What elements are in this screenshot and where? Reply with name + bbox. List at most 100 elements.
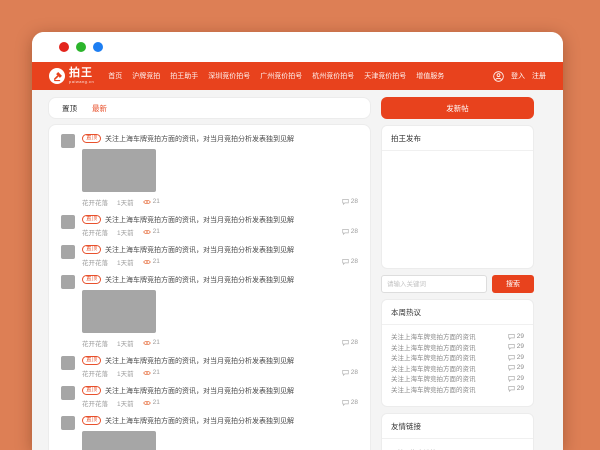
traffic-light-minimize[interactable] bbox=[76, 42, 86, 52]
nav-item-home[interactable]: 首页 bbox=[108, 71, 122, 81]
post-avatar[interactable] bbox=[61, 245, 75, 259]
pinned-badge: 置顶 bbox=[82, 245, 101, 255]
post-author[interactable]: 花开花落 bbox=[82, 257, 108, 267]
post-author[interactable]: 花开花落 bbox=[82, 197, 108, 207]
tab-latest[interactable]: 最新 bbox=[92, 103, 107, 114]
post-avatar[interactable] bbox=[61, 356, 75, 370]
sidebar: 发新帖 拍王发布 搜索 本周热议 关注上海车牌竞拍方面的资讯 bbox=[381, 97, 534, 450]
comments-icon bbox=[342, 369, 349, 376]
comments-icon bbox=[342, 339, 349, 346]
logo-text: 拍王 bbox=[69, 68, 94, 79]
publish-box-title: 拍王发布 bbox=[382, 126, 533, 151]
top-navbar: 拍王 paiwang.cn 首页 沪牌竞拍 拍王助手 深圳竞价拍号 广州竞价拍号… bbox=[32, 62, 563, 90]
search-input[interactable] bbox=[381, 275, 487, 293]
window-titlebar bbox=[32, 32, 563, 62]
comments-icon bbox=[508, 385, 515, 392]
post-time: 1天前 bbox=[117, 398, 134, 408]
hot-topic-item[interactable]: 关注上海车牌竞拍方面的资讯 29 bbox=[391, 384, 524, 395]
nav-item-guangzhou[interactable]: 广州竞价拍号 bbox=[260, 71, 302, 81]
post-list-item[interactable]: 置顶 关注上海车牌竞拍方面的资讯，对当月竞拍分析发表独到见解 花开花落 1天前 bbox=[61, 270, 358, 351]
views-count: 21 bbox=[153, 258, 160, 265]
pinned-badge: 置顶 bbox=[82, 275, 101, 285]
post-avatar[interactable] bbox=[61, 275, 75, 289]
hot-topic-item[interactable]: 关注上海车牌竞拍方面的资讯 29 bbox=[391, 342, 524, 353]
tab-pinned[interactable]: 置顶 bbox=[62, 103, 77, 114]
post-list-item[interactable]: 置顶 关注上海车牌竞拍方面的资讯，对当月竞拍分析发表独到见解 花开花落 1天前 bbox=[61, 411, 358, 450]
traffic-light-maximize[interactable] bbox=[93, 42, 103, 52]
post-list-item[interactable]: 置顶 关注上海车牌竞拍方面的资讯，对当月竞拍分析发表独到见解 花开花落 1天前 bbox=[61, 381, 358, 411]
search-bar: 搜索 bbox=[381, 275, 534, 293]
hot-topic-text[interactable]: 关注上海车牌竞拍方面的资讯 bbox=[391, 331, 508, 341]
post-thumbnail[interactable] bbox=[82, 431, 156, 450]
nav-item-shenzhen[interactable]: 深圳竞价拍号 bbox=[208, 71, 250, 81]
post-avatar[interactable] bbox=[61, 416, 75, 430]
hot-topic-count: 29 bbox=[517, 343, 524, 350]
hot-topic-text[interactable]: 关注上海车牌竞拍方面的资讯 bbox=[391, 384, 508, 394]
post-list-item[interactable]: 置顶 关注上海车牌竞拍方面的资讯，对当月竞拍分析发表独到见解 花开花落 1天前 bbox=[61, 351, 358, 381]
post-title[interactable]: 关注上海车牌竞拍方面的资讯，对当月竞拍分析发表独到见解 bbox=[105, 215, 294, 225]
comments-icon bbox=[342, 228, 349, 235]
views-count: 21 bbox=[153, 339, 160, 346]
views-count: 21 bbox=[153, 399, 160, 406]
post-author[interactable]: 花开花落 bbox=[82, 398, 108, 408]
hot-topic-item[interactable]: 关注上海车牌竞拍方面的资讯 29 bbox=[391, 331, 524, 342]
traffic-light-close[interactable] bbox=[59, 42, 69, 52]
post-title[interactable]: 关注上海车牌竞拍方面的资讯，对当月竞拍分析发表独到见解 bbox=[105, 275, 294, 285]
post-list-item[interactable]: 置顶 关注上海车牌竞拍方面的资讯，对当月竞拍分析发表独到见解 花开花落 1天前 bbox=[61, 129, 358, 210]
pinned-badge: 置顶 bbox=[82, 386, 101, 396]
register-link[interactable]: 注册 bbox=[532, 71, 546, 81]
nav-item-hangzhou[interactable]: 杭州竞价拍号 bbox=[312, 71, 354, 81]
post-author[interactable]: 花开花落 bbox=[82, 227, 108, 237]
post-avatar[interactable] bbox=[61, 215, 75, 229]
pinned-badge: 置顶 bbox=[82, 416, 101, 426]
nav-item-hupai[interactable]: 沪牌竞拍 bbox=[132, 71, 160, 81]
post-title[interactable]: 关注上海车牌竞拍方面的资讯，对当月竞拍分析发表独到见解 bbox=[105, 386, 294, 396]
hot-topic-text[interactable]: 关注上海车牌竞拍方面的资讯 bbox=[391, 342, 508, 352]
post-title[interactable]: 关注上海车牌竞拍方面的资讯，对当月竞拍分析发表独到见解 bbox=[105, 416, 294, 426]
hot-topic-text[interactable]: 关注上海车牌竞拍方面的资讯 bbox=[391, 363, 508, 373]
views-icon bbox=[143, 370, 151, 376]
login-link[interactable]: 登入 bbox=[511, 71, 525, 81]
post-list-item[interactable]: 置顶 关注上海车牌竞拍方面的资讯，对当月竞拍分析发表独到见解 花开花落 1天前 bbox=[61, 240, 358, 270]
hot-topics-box: 本周热议 关注上海车牌竞拍方面的资讯 29 bbox=[381, 299, 534, 407]
nav-item-tianjin[interactable]: 天津竞价拍号 bbox=[364, 71, 406, 81]
post-author[interactable]: 花开花落 bbox=[82, 368, 108, 378]
comments-icon bbox=[508, 354, 515, 361]
post-tabs: 置顶 最新 bbox=[48, 97, 371, 119]
post-title[interactable]: 关注上海车牌竞拍方面的资讯，对当月竞拍分析发表独到见解 bbox=[105, 245, 294, 255]
post-avatar[interactable] bbox=[61, 134, 75, 148]
friend-links-title: 友情链接 bbox=[382, 414, 533, 439]
new-post-button[interactable]: 发新帖 bbox=[381, 97, 534, 119]
nav-item-services[interactable]: 增值服务 bbox=[416, 71, 444, 81]
main-column: 置顶 最新 置顶 关注上海车牌竞拍方面的资讯，对当月竞拍分析发表独到见解 bbox=[48, 97, 371, 450]
hot-topic-item[interactable]: 关注上海车牌竞拍方面的资讯 29 bbox=[391, 373, 524, 384]
views-icon bbox=[143, 199, 151, 205]
comments-count: 28 bbox=[351, 369, 358, 376]
post-time: 1天前 bbox=[117, 368, 134, 378]
comments-icon bbox=[342, 258, 349, 265]
views-icon bbox=[143, 259, 151, 265]
post-title[interactable]: 关注上海车牌竞拍方面的资讯，对当月竞拍分析发表独到见解 bbox=[105, 356, 294, 366]
post-avatar[interactable] bbox=[61, 386, 75, 400]
post-thumbnail[interactable] bbox=[82, 149, 156, 192]
post-thumbnail[interactable] bbox=[82, 290, 156, 333]
hot-topic-text[interactable]: 关注上海车牌竞拍方面的资讯 bbox=[391, 352, 508, 362]
views-count: 21 bbox=[153, 228, 160, 235]
friend-links-box: 友情链接 拍王淘宝链接 bbox=[381, 413, 534, 450]
post-list-item[interactable]: 置顶 关注上海车牌竞拍方面的资讯，对当月竞拍分析发表独到见解 花开花落 1天前 bbox=[61, 210, 358, 240]
post-time: 1天前 bbox=[117, 197, 134, 207]
post-time: 1天前 bbox=[117, 257, 134, 267]
hot-topic-text[interactable]: 关注上海车牌竞拍方面的资讯 bbox=[391, 373, 508, 383]
nav-item-assistant[interactable]: 拍王助手 bbox=[170, 71, 198, 81]
post-title[interactable]: 关注上海车牌竞拍方面的资讯，对当月竞拍分析发表独到见解 bbox=[105, 134, 294, 144]
site-logo[interactable]: 拍王 paiwang.cn bbox=[49, 68, 94, 84]
comments-icon bbox=[508, 375, 515, 382]
post-author[interactable]: 花开花落 bbox=[82, 338, 108, 348]
publish-box-body bbox=[382, 151, 533, 268]
comments-count: 28 bbox=[351, 399, 358, 406]
user-icon[interactable] bbox=[493, 71, 504, 82]
hot-topic-item[interactable]: 关注上海车牌竞拍方面的资讯 29 bbox=[391, 352, 524, 363]
hot-topic-item[interactable]: 关注上海车牌竞拍方面的资讯 29 bbox=[391, 363, 524, 374]
search-button[interactable]: 搜索 bbox=[492, 275, 534, 293]
hot-topic-count: 29 bbox=[517, 385, 524, 392]
